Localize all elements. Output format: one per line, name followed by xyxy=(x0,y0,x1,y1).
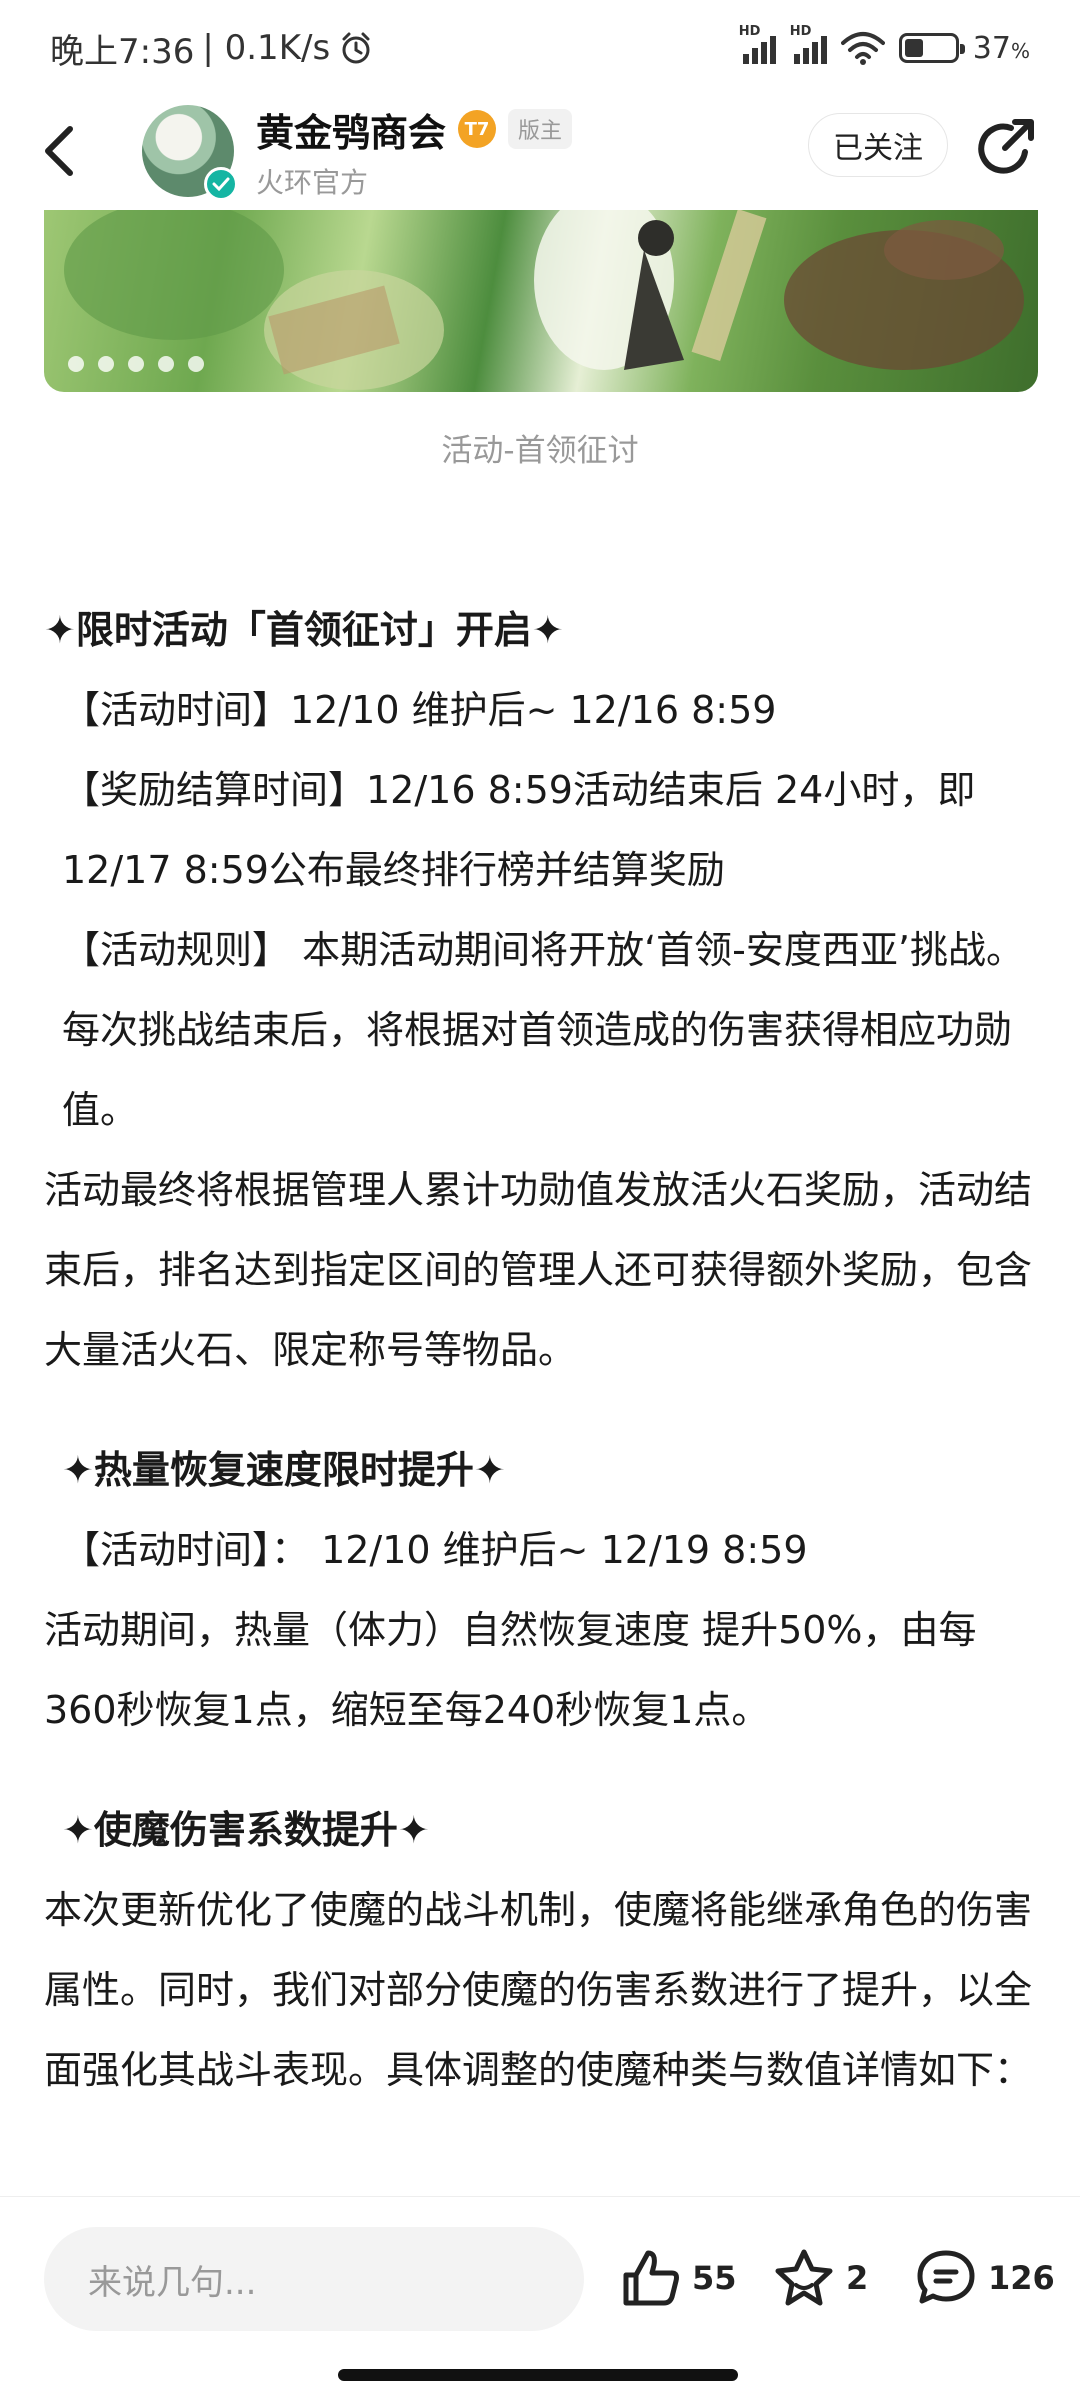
status-time: 晚上7:36 xyxy=(50,31,195,72)
battery-percent: 37% xyxy=(972,30,1030,66)
section-title: ✦使魔伤害系数提升✦ xyxy=(62,1808,430,1852)
hd-label: HD xyxy=(789,24,812,39)
comment-count: 126 xyxy=(988,2259,1055,2297)
wifi-icon xyxy=(840,32,885,65)
like-count: 55 xyxy=(692,2259,737,2297)
account-info[interactable]: 黄金鸮商会 T7 版主 火环官方 xyxy=(256,102,573,201)
article-body: ✦限时活动「首领征讨」开启✦ 【活动时间】12/10 维护后~ 12/16 8:… xyxy=(44,590,1036,2110)
favorite-button[interactable]: 2 xyxy=(772,2233,868,2323)
battery-icon xyxy=(898,33,965,63)
account-name[interactable]: 黄金鸮商会 xyxy=(256,102,446,157)
thumbs-up-icon xyxy=(623,2250,679,2306)
status-bar: 晚上7:36 | 0.1K/s HD HD 37% xyxy=(0,0,1080,96)
back-arrow-icon xyxy=(45,126,73,176)
article-paragraph: 活动最终将根据管理人累计功勋值发放活火石奖励，活动结束后，排名达到指定区间的管理… xyxy=(44,1168,1033,1372)
signal-icon: HD xyxy=(790,24,827,64)
banner-image[interactable] xyxy=(44,210,1038,392)
home-indicator[interactable] xyxy=(338,2369,738,2381)
verified-icon xyxy=(204,167,238,201)
section-title: ✦热量恢复速度限时提升✦ xyxy=(62,1448,506,1492)
banner-watermark xyxy=(68,356,204,372)
comment-button[interactable]: 126 xyxy=(914,2233,1055,2323)
article-paragraph: 本次更新优化了使魔的战斗机制，使魔将能继承角色的伤害属性。同时，我们对部分使魔的… xyxy=(44,1888,1033,2092)
comment-icon xyxy=(917,2250,975,2304)
share-button[interactable] xyxy=(975,116,1039,180)
status-net-speed: | 0.1K/s xyxy=(202,28,331,68)
share-icon xyxy=(978,119,1034,174)
article-paragraph: 活动期间，热量（体力）自然恢复速度 提升50%，由每360秒恢复1点，缩短至每2… xyxy=(44,1608,977,1732)
star-icon xyxy=(775,2249,833,2306)
status-left: 晚上7:36 | 0.1K/s xyxy=(50,24,374,73)
signal-icon: HD xyxy=(739,24,776,64)
back-button[interactable] xyxy=(40,121,100,181)
comment-input[interactable]: 来说几句... xyxy=(44,2227,584,2331)
bottom-action-bar: 来说几句... 55 2 126 xyxy=(0,2196,1080,2400)
banner-caption: 活动-首领征讨 xyxy=(441,433,639,469)
article-paragraph: 【活动时间】： 12/10 维护后~ 12/19 8:59 xyxy=(62,1528,808,1572)
hd-label: HD xyxy=(738,24,761,39)
moderator-badge: 版主 xyxy=(508,109,573,149)
account-subtitle: 火环官方 xyxy=(256,165,369,199)
article-paragraph: 【活动规则】 本期活动期间将开放‘首领-安度西亚’挑战。每次挑战结束后，将根据对… xyxy=(62,928,1024,1132)
alarm-icon xyxy=(342,32,370,64)
status-right: HD HD 37% xyxy=(739,24,1030,66)
article-paragraph: 【活动时间】12/10 维护后~ 12/16 8:59 xyxy=(62,688,777,732)
section-title: ✦限时活动「首领征讨」开启✦ xyxy=(44,608,564,652)
level-badge: T7 xyxy=(458,110,497,148)
like-button[interactable]: 55 xyxy=(620,2233,737,2323)
article-paragraph: 【奖励结算时间】12/16 8:59活动结束后 24小时，即12/17 8:59… xyxy=(62,768,976,892)
avatar[interactable] xyxy=(142,105,238,201)
follow-button[interactable]: 已关注 xyxy=(808,113,948,177)
battery-fill xyxy=(904,39,923,57)
post-header: 黄金鸮商会 T7 版主 火环官方 已关注 xyxy=(0,96,1080,206)
favorite-count: 2 xyxy=(846,2259,869,2297)
